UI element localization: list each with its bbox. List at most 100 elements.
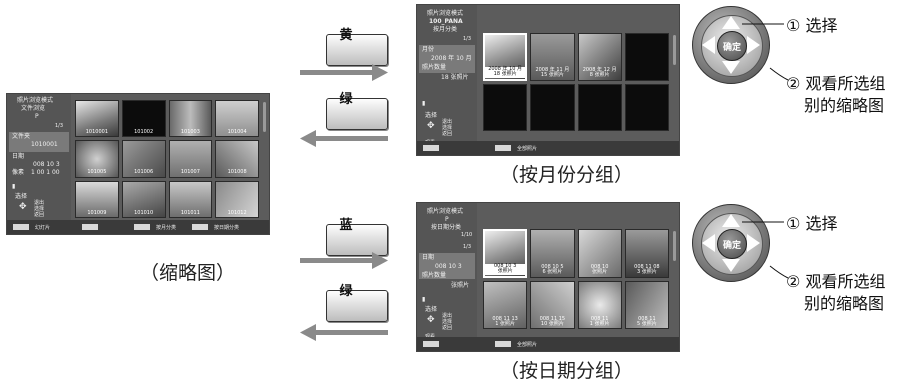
up-arrow-icon[interactable] (722, 16, 740, 29)
thumbnail[interactable]: 101007 (168, 140, 213, 178)
num-1: ① (786, 214, 801, 233)
color-key-red (423, 341, 439, 347)
all-photos-label: 全部照片 (517, 145, 538, 152)
color-key-red (13, 224, 29, 230)
thumbnail-grid: 1010001 101002 101003 101004 101005 1010… (75, 100, 259, 218)
scrollbar[interactable] (263, 102, 266, 132)
month-group-grid: 2008 年 10 月 18 张照片 2008 年 11 月 15 张照片 2008… (483, 33, 669, 131)
group-mode-label: 按日期分类 (431, 224, 462, 231)
select-label: 选择 (425, 112, 438, 119)
page-indicator: 1/3 (463, 36, 472, 42)
thumbnail-caption: （缩略图） (140, 262, 236, 284)
count-label: 照片数量 (422, 272, 447, 279)
date-group-thumb[interactable]: 008 10 56 张照片 (530, 229, 575, 278)
arrow-left-icon (300, 130, 388, 147)
drive-label: P (35, 113, 39, 120)
op-return: 返回 (442, 325, 453, 331)
browse-label: 文件浏览 (21, 105, 46, 112)
month-group-thumb[interactable] (483, 83, 528, 131)
month-caption: （按月份分组） (500, 164, 634, 186)
thumbnail[interactable]: 101011 (168, 180, 213, 218)
thumbnail-view-screen: 照片浏览模式 文件浏览 P 1/3 文件夹 1010001 日期 008 10 … (6, 93, 270, 235)
mode-label: 照片浏览模式 (427, 208, 464, 215)
thumbnail[interactable]: 101006 (121, 140, 166, 178)
month-group-thumb[interactable] (530, 83, 575, 131)
color-key-red (423, 145, 439, 151)
count-value: 18 张照片 (441, 74, 469, 81)
date-value: 008 10 3 (33, 161, 60, 168)
thumbnail[interactable]: 101010 (121, 180, 166, 218)
color-key-green (495, 341, 511, 347)
thumbnail[interactable]: 101005 (75, 140, 119, 178)
card-icon: ▮ (12, 183, 16, 190)
note-select: ① 选择 (786, 12, 837, 36)
up-arrow-icon[interactable] (722, 214, 740, 227)
note-view-line2: 别的缩略图 (804, 294, 885, 313)
group-mode-label: 按月分类 (433, 26, 458, 33)
date-group-thumb[interactable]: 008 10 张照片 (577, 229, 622, 278)
date-group-thumb[interactable]: 008 11 5 张照片 (624, 280, 669, 329)
folder-value: 1010001 (31, 141, 58, 148)
month-group-thumb[interactable] (624, 33, 669, 81)
arrow-right-icon (300, 64, 388, 81)
select-label: 选择 (425, 306, 438, 313)
pixel-label: 像素 (12, 169, 25, 176)
date-group-thumb[interactable]: 008 11 08 3 张照片 (624, 229, 669, 278)
down-arrow-icon[interactable] (722, 61, 740, 74)
folder-label: 文件夹 (12, 133, 31, 140)
left-arrow-icon[interactable] (702, 36, 715, 54)
all-photos-label: 全部照片 (517, 341, 538, 348)
callout-line-icon (742, 221, 789, 279)
date-group-thumb[interactable]: 008 11 13 1 张照片 (483, 280, 528, 329)
month-group-thumb[interactable]: 2008 年 12 月8 张照片 (577, 33, 622, 81)
date-group-thumb[interactable]: 008 11 1 张照片 (577, 280, 622, 329)
note-select-text: 选择 (805, 214, 838, 233)
note-select-text: 选择 (805, 16, 838, 35)
down-arrow-icon[interactable] (722, 259, 740, 272)
month-group-thumb[interactable]: 2008 年 10 月 18 张照片 (483, 33, 528, 81)
month-group-thumb[interactable]: 2008 年 11 月 15 张照片 (530, 33, 575, 81)
info-panel: 照片浏览模式 文件浏览 P 1/3 文件夹 1010001 日期 008 10 … (7, 94, 71, 227)
count-label: 照片数量 (422, 64, 447, 71)
note-view-group: ② 观看所选组 (786, 70, 885, 94)
op-return: 返回 (442, 131, 453, 137)
green-button-bottom-label: 绿 (339, 284, 353, 299)
dpad-mini-icon: ✥ (19, 202, 27, 212)
note-view-line2: 别的缩略图 (804, 96, 885, 115)
mode-label: 照片浏览模式 (427, 10, 464, 17)
bottom-bar: 全部照片 (417, 337, 679, 351)
scrollbar[interactable] (673, 231, 676, 261)
callout-line-icon (742, 23, 789, 81)
date-group-thumb[interactable]: 008 10 3 张照片 (483, 229, 528, 278)
yellow-button-label: 黄 (339, 28, 353, 43)
note-select: ① 选择 (786, 210, 837, 234)
thumbnail[interactable]: 101002 (121, 100, 166, 138)
count-value: 张照片 (451, 282, 470, 289)
note-view-line2-wrap: 别的缩略图 (804, 290, 884, 314)
bottom-bar: 全部照片 (417, 141, 679, 155)
thumbnail[interactable]: 101003 (168, 100, 213, 138)
date-label: 日期 (12, 153, 25, 160)
note-view-line1: 观看所选组 (805, 272, 886, 291)
slideshow-label: 幻灯片 (35, 224, 51, 231)
month-group-thumb[interactable] (624, 83, 669, 131)
thumbnail[interactable]: 101008 (215, 140, 259, 178)
folder-name: 100_PANA (429, 18, 463, 25)
scrollbar[interactable] (673, 35, 676, 65)
date-value: 008 10 3 (435, 263, 462, 270)
dpad-mini-icon: ✥ (427, 315, 435, 325)
note-view-line1: 观看所选组 (805, 74, 886, 93)
thumbnail[interactable]: 101012 (215, 180, 259, 218)
op-return: 返回 (34, 212, 45, 218)
thumbnail[interactable]: 101004 (215, 100, 259, 138)
thumbnail[interactable]: 101009 (75, 180, 119, 218)
card-icon: ▮ (422, 100, 426, 107)
thumbnail[interactable]: 1010001 (75, 100, 119, 138)
date-caption: （按日期分组） (500, 360, 634, 382)
select-label: 选择 (15, 193, 28, 200)
date-view-screen: 照片浏览模式 P 按日期分类 1/10 1/3 日期 008 10 3 照片数量… (416, 202, 680, 352)
color-key-green (495, 145, 511, 151)
left-arrow-icon[interactable] (702, 234, 715, 252)
date-group-thumb[interactable]: 008 11 15 10 张照片 (530, 280, 575, 329)
month-group-thumb[interactable] (577, 83, 622, 131)
